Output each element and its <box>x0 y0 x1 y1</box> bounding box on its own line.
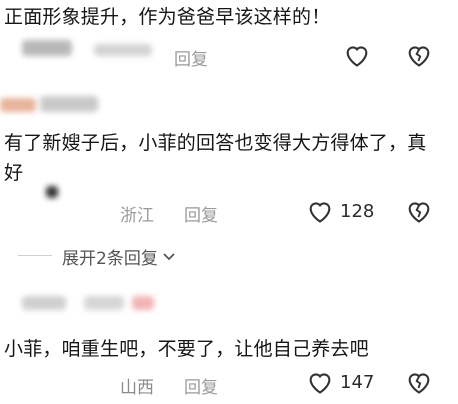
comment-text: 有了新嫂子后，小菲的回答也变得大方得体了，真好 <box>4 132 427 184</box>
redacted-username <box>40 96 98 112</box>
dislike-button[interactable] <box>405 369 433 395</box>
like-count: 147 <box>340 371 375 393</box>
broken-heart-icon <box>408 202 430 223</box>
expand-replies-button[interactable]: 展开2条回复 <box>62 244 176 269</box>
chevron-down-icon <box>163 252 175 260</box>
redacted-username <box>22 40 72 56</box>
heart-icon <box>346 46 368 67</box>
comment-text: 小菲，咱重生吧，不要了，让他自己养去吧 <box>4 338 369 360</box>
divider <box>18 255 52 256</box>
like-button[interactable]: 147 <box>306 369 374 395</box>
like-button[interactable] <box>343 42 371 68</box>
dislike-button[interactable] <box>405 42 433 68</box>
broken-heart-icon <box>408 46 430 67</box>
heart-icon <box>309 373 331 394</box>
heart-icon <box>309 202 331 223</box>
comment-text: 正面形象提升，作为爸爸早该这样的！ <box>4 6 331 28</box>
redacted-username <box>22 296 66 310</box>
reply-button[interactable]: 回复 <box>174 45 208 70</box>
like-button[interactable]: 128 <box>306 198 374 224</box>
comment-location: 浙江 <box>120 206 154 226</box>
expand-replies-label: 展开2条回复 <box>62 249 158 269</box>
redacted-username <box>84 296 124 310</box>
redacted-mark <box>46 186 58 198</box>
reply-button[interactable]: 回复 <box>184 201 218 226</box>
comment-location: 山西 <box>120 378 154 398</box>
dislike-button[interactable] <box>405 198 433 224</box>
like-count: 128 <box>340 200 375 222</box>
redacted-username <box>0 98 36 112</box>
redacted-username <box>94 44 152 56</box>
redacted-username <box>132 296 154 310</box>
reply-button[interactable]: 回复 <box>184 373 218 398</box>
broken-heart-icon <box>408 373 430 394</box>
